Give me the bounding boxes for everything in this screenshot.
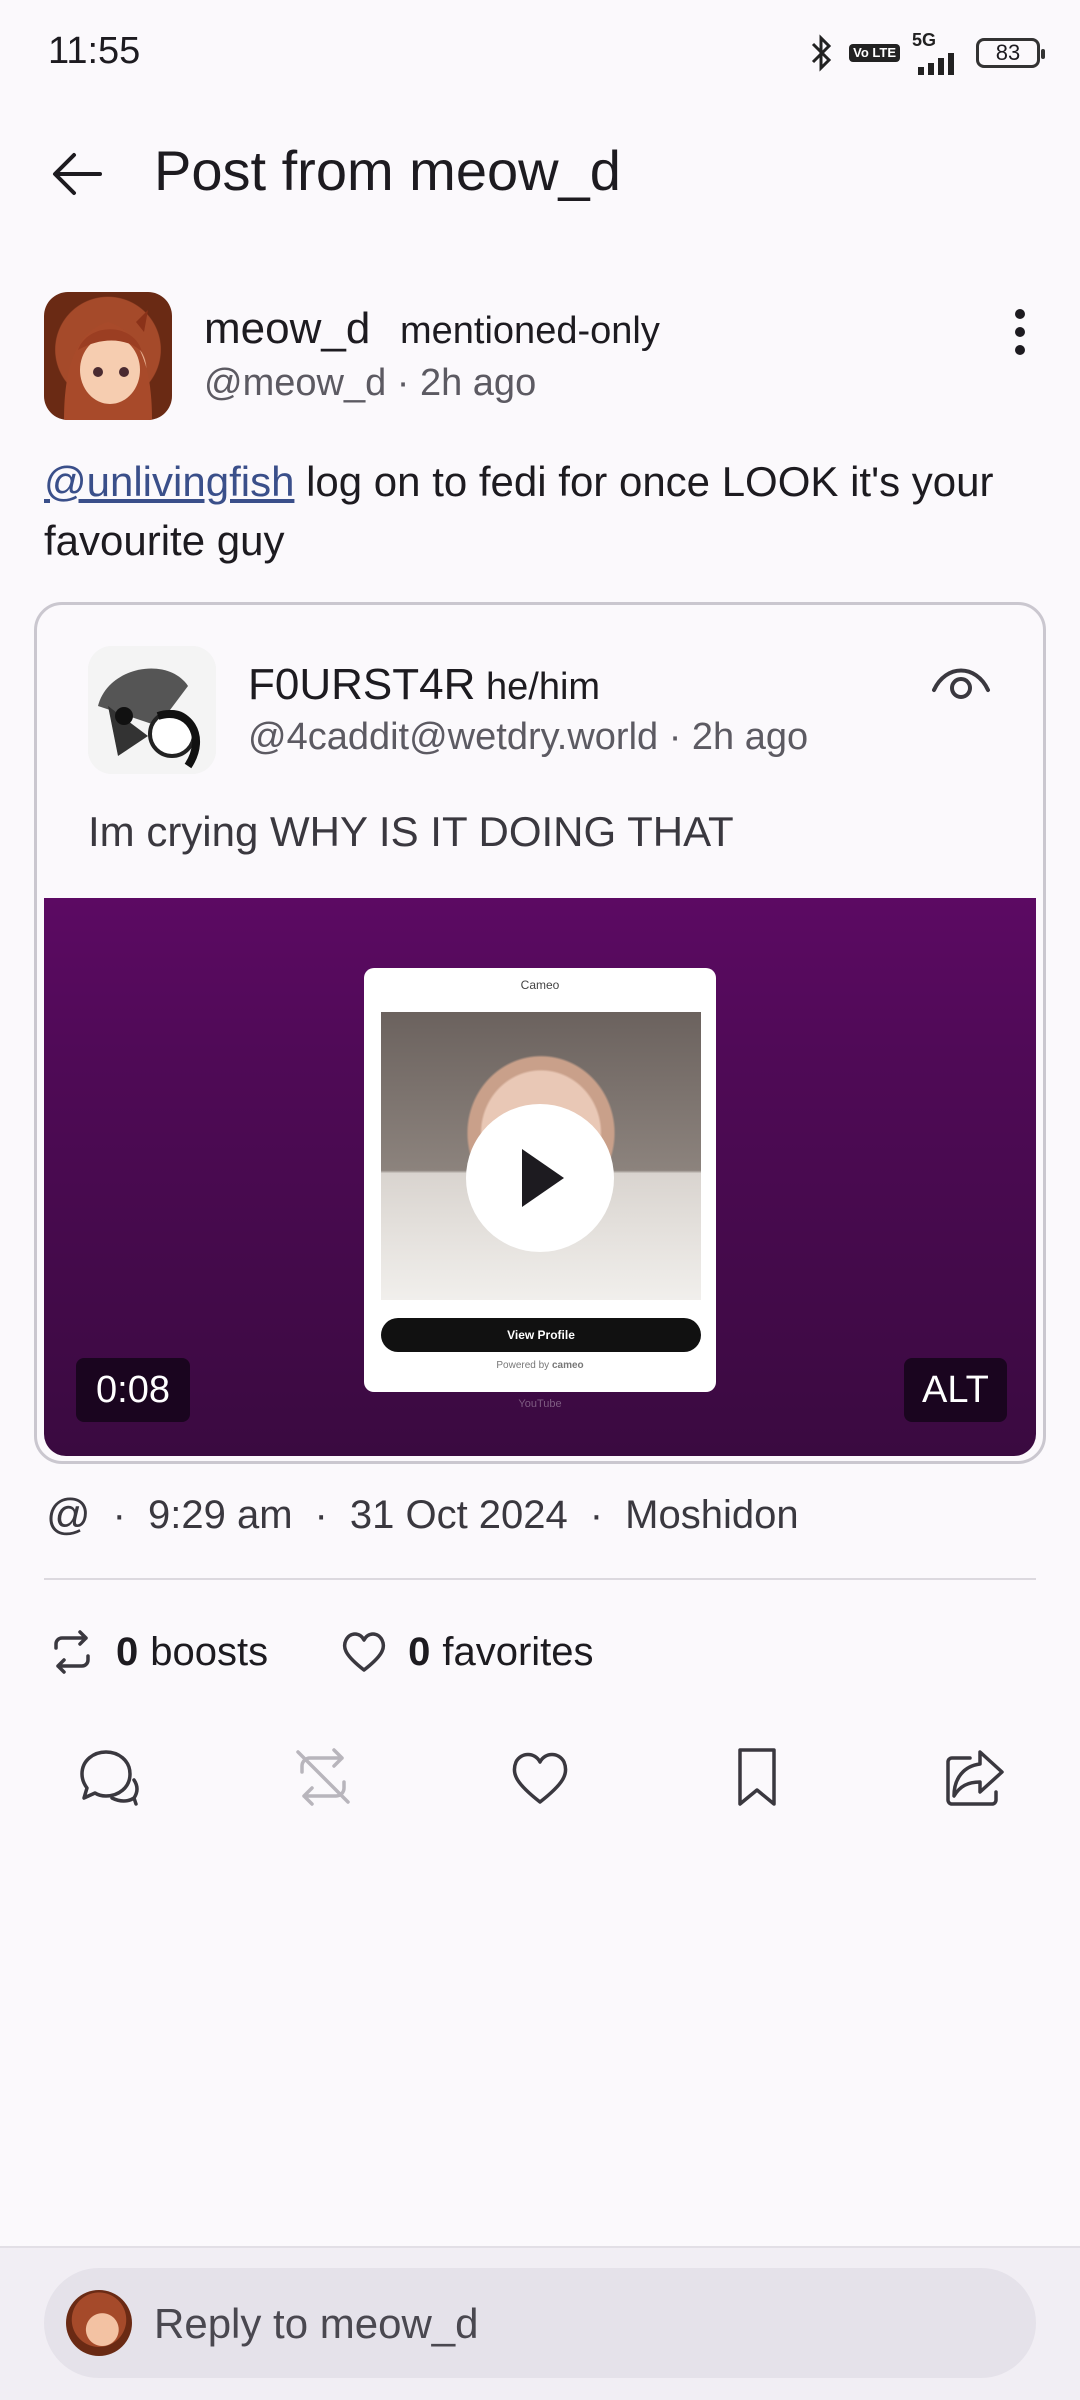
battery-level: 83: [995, 39, 1021, 65]
reply-icon: [80, 1750, 139, 1806]
boost-disabled-icon: [296, 1748, 350, 1806]
quoted-author-name[interactable]: F0URST4R: [248, 660, 475, 710]
status-icons: Vo LTE 5G 83: [807, 30, 1045, 75]
signal-indicator: 5G: [912, 30, 964, 75]
modal-powered-by: Powered by cameo: [364, 1360, 716, 1371]
alt-text-button[interactable]: ALT: [904, 1358, 1007, 1422]
signal-icon: [918, 53, 954, 75]
favorites-count: 0: [408, 1629, 431, 1674]
back-arrow-icon: [53, 153, 102, 195]
visibility-toggle-button[interactable]: [928, 652, 994, 712]
heart-icon: [512, 1752, 568, 1804]
bluetooth-icon: [812, 33, 832, 72]
quoted-author-pronouns: he/him: [486, 666, 601, 708]
heart-outline-icon: [342, 1632, 386, 1672]
visibility-label: mentioned-only: [400, 310, 660, 352]
author-avatar[interactable]: [44, 292, 172, 420]
page-title: Post from meow_d: [154, 139, 621, 202]
boost-button-disabled[interactable]: [288, 1742, 358, 1812]
video-footer-text: YouTube: [518, 1398, 562, 1410]
post-client[interactable]: Moshidon: [625, 1493, 798, 1538]
post-stats: 0 boosts 0 favorites: [46, 1626, 594, 1678]
reply-avatar: [66, 2290, 132, 2356]
status-time: 11:55: [48, 30, 141, 72]
post-time: 9:29 am: [148, 1492, 293, 1537]
modal-view-profile: View Profile: [381, 1318, 701, 1352]
eye-icon: [932, 668, 990, 699]
boosts-count: 0: [116, 1629, 139, 1674]
bookmark-button[interactable]: [722, 1742, 792, 1812]
mention-visibility-icon: @: [46, 1490, 91, 1539]
video-duration: 0:08: [76, 1358, 190, 1422]
powered-by-brand: cameo: [551, 1360, 584, 1371]
powered-by-text: Powered by: [496, 1360, 550, 1371]
mention-link[interactable]: @unlivingfish: [44, 458, 294, 505]
quoted-post-text: Im crying WHY IS IT DOING THAT: [88, 808, 734, 855]
bookmark-icon: [738, 1748, 776, 1806]
post-text: @unlivingfish log on to fedi for once LO…: [44, 452, 1034, 570]
post-date: 31 Oct 2024: [349, 1492, 568, 1537]
quoted-avatar-illustration: [88, 646, 216, 774]
modal-title: Cameo: [520, 978, 560, 992]
volte-badge: Vo LTE: [849, 43, 900, 62]
favorites-stat[interactable]: 0 favorites: [338, 1626, 594, 1678]
divider: [44, 1578, 1036, 1580]
quoted-author-handle-time: @4caddit@wetdry.world · 2h ago: [248, 716, 809, 758]
boosts-stat[interactable]: 0 boosts: [46, 1626, 268, 1678]
favorites-label: favorites: [442, 1629, 594, 1674]
share-icon: [946, 1750, 1004, 1806]
author-handle-time: @meow_d · 2h ago: [204, 362, 537, 404]
more-options-button[interactable]: [998, 302, 1042, 362]
battery-icon: 83: [976, 37, 1045, 68]
play-button[interactable]: [466, 1104, 614, 1252]
more-vertical-icon: [1015, 309, 1025, 355]
boost-icon: [54, 1630, 90, 1674]
author-name[interactable]: meow_d: [204, 304, 370, 354]
post-meta: @ · 9:29 am · 31 Oct 2024 · Moshidon: [46, 1490, 799, 1539]
boosts-label: boosts: [150, 1629, 269, 1674]
quoted-author-avatar[interactable]: [88, 646, 216, 774]
share-button[interactable]: [940, 1742, 1010, 1812]
avatar-illustration: [64, 310, 152, 420]
network-type: 5G: [912, 30, 937, 50]
back-button[interactable]: [44, 140, 112, 208]
reply-button[interactable]: [72, 1742, 142, 1812]
play-icon: [522, 1149, 564, 1207]
action-bar: [0, 1742, 1080, 1812]
favorite-button[interactable]: [505, 1742, 575, 1812]
reply-placeholder[interactable]: Reply to meow_d: [154, 2300, 479, 2348]
